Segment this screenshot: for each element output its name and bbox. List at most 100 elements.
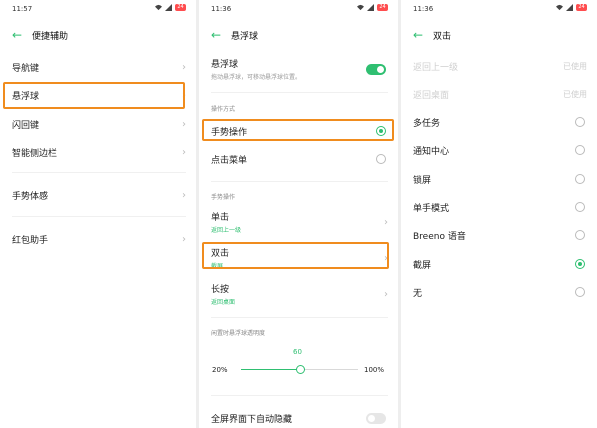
radio-unselected[interactable] (376, 154, 386, 164)
menu-item-label: 闪回键 (12, 120, 40, 131)
gesture-long-press[interactable]: 长按 返回桌面 › (211, 282, 388, 306)
radio-unselected[interactable] (575, 145, 585, 155)
option-breeno-voice[interactable]: Breeno 语音 (413, 227, 587, 243)
highlight-box (3, 82, 185, 109)
option-label: 单手模式 (413, 203, 450, 214)
option-label: 多任务 (413, 118, 441, 129)
chevron-right-icon: › (182, 189, 186, 201)
page-header: ← 便捷辅助 (12, 26, 186, 44)
option-label: Breeno 语音 (413, 231, 466, 242)
battery-icon: 24 (175, 4, 186, 11)
option-notification-center[interactable]: 通知中心 (413, 142, 587, 158)
back-arrow-icon[interactable]: ← (413, 28, 427, 42)
option-label: 无 (413, 288, 423, 299)
page-title: 双击 (433, 31, 452, 42)
radio-unselected[interactable] (575, 287, 585, 297)
gesture-single-tap[interactable]: 单击 返回上一级 › (211, 210, 388, 234)
opacity-slider-fill (241, 369, 300, 370)
float-ball-label: 悬浮球 (211, 60, 239, 70)
float-ball-switch[interactable] (366, 63, 386, 75)
menu-item-red-packet-assistant[interactable]: 红包助手 › (12, 231, 186, 247)
used-tag: 已使用 (563, 89, 587, 99)
menu-item-flash-back-key[interactable]: 闪回键 › (12, 116, 186, 132)
menu-item-label: 红包助手 (12, 235, 49, 246)
radio-unselected[interactable] (575, 230, 585, 240)
battery-icon: 24 (576, 4, 587, 11)
float-ball-toggle-row[interactable]: 悬浮球 拖动悬浮球，可移动悬浮球位置。 (211, 56, 388, 82)
opacity-min-label: 20% (212, 366, 228, 374)
status-time: 11:57 (12, 5, 33, 13)
signal-icon (165, 4, 172, 11)
divider (211, 317, 388, 318)
option-one-hand-mode[interactable]: 单手模式 (413, 199, 587, 215)
option-label: 锁屏 (413, 175, 432, 186)
status-time: 11:36 (413, 5, 434, 13)
status-bar: 11:36 24 (413, 4, 587, 18)
chevron-right-icon: › (182, 233, 186, 245)
chevron-right-icon: › (384, 216, 388, 228)
gesture-action: 返回上一级 (211, 227, 242, 234)
back-arrow-icon[interactable]: ← (211, 28, 225, 42)
gesture-label: 单击 (211, 213, 230, 223)
page-header: ← 悬浮球 (211, 26, 388, 44)
divider (12, 172, 186, 173)
signal-icon (566, 4, 573, 11)
signal-icon (367, 4, 374, 11)
menu-item-smart-sidebar[interactable]: 智能侧边栏 › (12, 144, 186, 160)
option-label: 返回上一级 (413, 62, 459, 73)
chevron-right-icon: › (182, 61, 186, 73)
opacity-label: 闲置时悬浮球透明度 (211, 330, 266, 337)
settings-panel-accessibility: 11:57 24 ← 便捷辅助 导航键 › 悬浮球 › 闪回键 › 智能侧边栏 … (0, 0, 196, 428)
settings-panel-double-tap: 11:36 24 ← 双击 返回上一级 已使用 返回桌面 已使用 多任务 通知中… (401, 0, 597, 428)
opacity-slider-handle[interactable] (295, 365, 305, 374)
option-lock-screen[interactable]: 锁屏 (413, 171, 587, 187)
option-screenshot[interactable]: 截屏 (413, 256, 587, 272)
menu-item-gesture-motion[interactable]: 手势体感 › (12, 187, 186, 203)
page-title: 便捷辅助 (32, 31, 69, 42)
radio-unselected[interactable] (575, 202, 585, 212)
divider (211, 181, 388, 182)
fullscreen-autohide-row[interactable]: 全屏界面下自动隐藏 (211, 410, 388, 426)
option-label: 截屏 (413, 260, 432, 271)
section-label-operation-mode: 操作方式 (211, 106, 236, 113)
menu-item-label: 导航键 (12, 63, 40, 74)
chevron-right-icon: › (182, 118, 186, 130)
option-home-disabled: 返回桌面 已使用 (413, 86, 587, 102)
option-none[interactable]: 无 (413, 284, 587, 300)
menu-item-label: 智能侧边栏 (12, 148, 58, 159)
divider (211, 92, 388, 93)
status-bar: 11:57 24 (12, 4, 186, 18)
gesture-action: 返回桌面 (211, 299, 236, 306)
divider (12, 216, 186, 217)
status-bar: 11:36 24 (211, 4, 388, 18)
option-multitask[interactable]: 多任务 (413, 114, 587, 130)
option-back-disabled: 返回上一级 已使用 (413, 58, 587, 74)
fullscreen-autohide-switch[interactable] (366, 412, 386, 424)
battery-icon: 24 (377, 4, 388, 11)
page-header: ← 双击 (413, 26, 587, 44)
settings-panel-float-ball: 11:36 24 ← 悬浮球 悬浮球 拖动悬浮球，可移动悬浮球位置。 操作方式 … (199, 0, 398, 428)
chevron-right-icon: › (384, 288, 388, 300)
option-tap-menu[interactable]: 点击菜单 (211, 151, 388, 167)
radio-selected[interactable] (575, 259, 585, 269)
opacity-slider[interactable] (241, 365, 358, 374)
menu-item-navigation-keys[interactable]: 导航键 › (12, 59, 186, 75)
option-label: 通知中心 (413, 146, 450, 157)
wifi-icon (556, 4, 563, 11)
wifi-icon (155, 4, 162, 11)
highlight-box (202, 242, 389, 269)
menu-item-label: 手势体感 (12, 191, 49, 202)
back-arrow-icon[interactable]: ← (12, 28, 26, 42)
option-label: 点击菜单 (211, 155, 248, 166)
opacity-value: 60 (293, 348, 302, 356)
highlight-box (202, 119, 394, 141)
radio-unselected[interactable] (575, 174, 585, 184)
option-label: 返回桌面 (413, 90, 450, 101)
wifi-icon (357, 4, 364, 11)
opacity-max-label: 100% (363, 366, 384, 374)
float-ball-description: 拖动悬浮球，可移动悬浮球位置。 (211, 74, 302, 81)
page-title: 悬浮球 (231, 31, 259, 42)
radio-unselected[interactable] (575, 117, 585, 127)
section-label-gesture-operation: 手势操作 (211, 194, 236, 201)
fullscreen-autohide-label: 全屏界面下自动隐藏 (211, 414, 293, 425)
